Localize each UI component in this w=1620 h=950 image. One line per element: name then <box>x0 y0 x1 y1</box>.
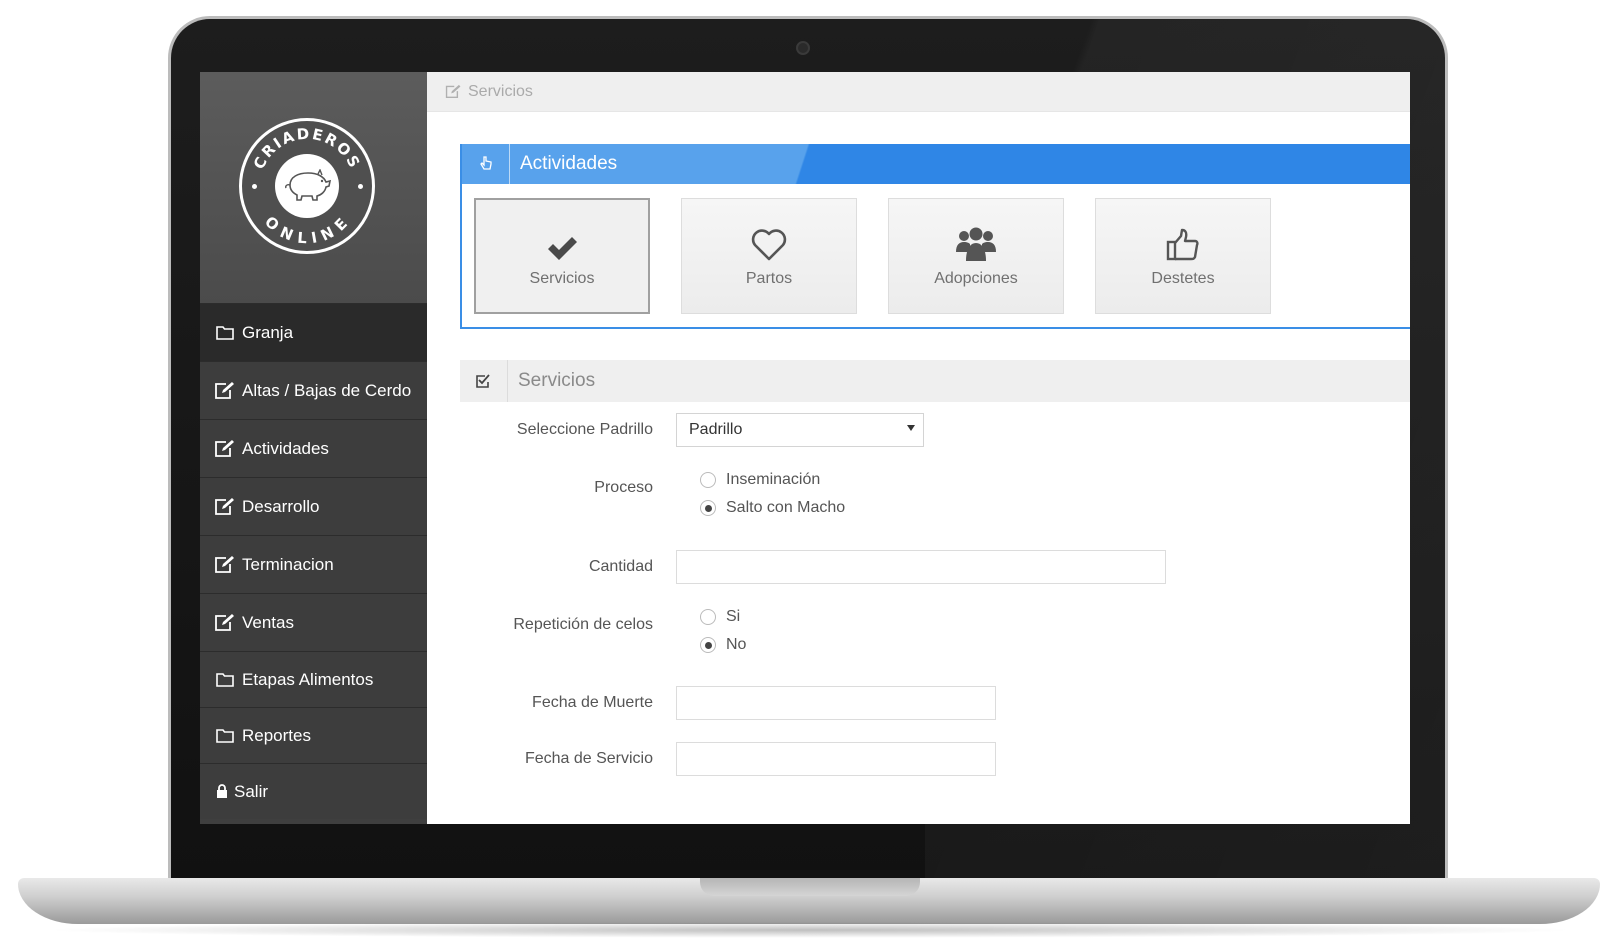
logo-area: CRIADEROS ONLINE <box>200 72 427 303</box>
tile-label: Destetes <box>1151 270 1215 287</box>
radio-label: Si <box>726 608 741 625</box>
radio-label: Salto con Macho <box>726 499 846 516</box>
tile-label: Partos <box>745 270 793 287</box>
sidebar-item-label: Altas / Bajas de Cerdo <box>242 380 412 400</box>
laptop-base-notch <box>700 878 920 896</box>
breadcrumb: Servicios <box>427 72 1410 112</box>
padrillo-select-value: Padrillo <box>689 421 743 438</box>
radio-label: Inseminación <box>726 471 821 488</box>
padrillo-select[interactable]: Padrillo <box>676 413 924 447</box>
pig-icon <box>275 154 339 218</box>
edit-icon <box>214 555 236 575</box>
radio-inseminacion[interactable]: Inseminación <box>700 466 845 494</box>
actividades-title: Actividades <box>520 153 618 174</box>
cantidad-row: Cantidad <box>460 550 1410 584</box>
tile-servicios[interactable]: Servicios <box>474 198 650 314</box>
sidebar-item-label: Etapas Alimentos <box>242 669 374 689</box>
fecha-servicio-row: Fecha de Servicio <box>460 742 1410 776</box>
padrillo-label: Seleccione Padrillo <box>516 421 653 438</box>
users-icon <box>955 224 997 262</box>
folder-icon <box>214 726 236 746</box>
webcam <box>796 41 810 55</box>
sidebar: CRIADEROS ONLINE Granja Altas / Bajas de… <box>200 72 427 824</box>
padrillo-row: Seleccione Padrillo Padrillo <box>460 413 1410 447</box>
sidebar-item-label: Salir <box>234 781 269 801</box>
tile-partos[interactable]: Partos <box>681 198 857 314</box>
radio-button[interactable] <box>700 637 716 653</box>
actividades-panel: Actividades Servicios Partos Adopciones … <box>460 144 1410 329</box>
caret-down-icon <box>907 425 915 431</box>
proceso-row: Proceso Inseminación Salto con Macho <box>460 466 1410 526</box>
sidebar-item-etapas-alimentos[interactable]: Etapas Alimentos <box>200 651 427 707</box>
edit-icon <box>445 84 462 99</box>
sidebar-item-label: Reportes <box>242 725 311 745</box>
sidebar-item-altas-bajas[interactable]: Altas / Bajas de Cerdo <box>200 361 427 419</box>
edit-icon <box>214 381 236 401</box>
radio-salto-con-macho[interactable]: Salto con Macho <box>700 494 845 522</box>
actividades-header: Actividades <box>462 144 1410 184</box>
tile-label: Adopciones <box>934 270 1018 287</box>
servicios-title: Servicios <box>518 370 596 391</box>
repeticion-radio-group: Si No <box>700 603 746 659</box>
cantidad-label: Cantidad <box>588 558 653 575</box>
actividades-tiles: Servicios Partos Adopciones Destetes <box>474 198 1302 314</box>
sidebar-item-label: Ventas <box>242 612 294 632</box>
servicios-panel: Servicios Seleccione Padrillo Padrillo P… <box>460 360 1410 824</box>
app-screen: CRIADEROS ONLINE Granja Altas / Bajas de… <box>200 72 1410 824</box>
fecha-muerte-row: Fecha de Muerte <box>460 686 1410 720</box>
folder-icon <box>214 670 236 690</box>
proceso-label: Proceso <box>594 479 653 496</box>
tile-label: Servicios <box>529 270 595 287</box>
sidebar-item-label: Granja <box>242 322 294 342</box>
sidebar-item-granja[interactable]: Granja <box>200 303 427 361</box>
logo[interactable]: CRIADEROS ONLINE <box>239 118 375 254</box>
sidebar-item-desarrollo[interactable]: Desarrollo <box>200 477 427 535</box>
sidebar-item-actividades[interactable]: Actividades <box>200 419 427 477</box>
folder-icon <box>214 323 236 343</box>
sidebar-item-reportes[interactable]: Reportes <box>200 707 427 763</box>
radio-button[interactable] <box>700 472 716 488</box>
sidebar-item-label: Actividades <box>242 438 329 458</box>
breadcrumb-label[interactable]: Servicios <box>468 83 533 101</box>
edit-icon <box>214 497 236 517</box>
edit-icon <box>214 613 236 633</box>
radio-no[interactable]: No <box>700 631 746 659</box>
sidebar-item-ventas[interactable]: Ventas <box>200 593 427 651</box>
fecha-servicio-label: Fecha de Servicio <box>524 750 653 767</box>
radio-button[interactable] <box>700 500 716 516</box>
check-icon <box>545 224 579 262</box>
sidebar-item-terminacion[interactable]: Terminacion <box>200 535 427 593</box>
sidebar-item-label: Desarrollo <box>242 496 320 516</box>
lock-icon <box>214 782 230 802</box>
radio-button[interactable] <box>700 609 716 625</box>
repeticion-row: Repetición de celos Si No <box>460 603 1410 663</box>
check-square-icon <box>460 360 508 402</box>
radio-si[interactable]: Si <box>700 603 746 631</box>
repeticion-label: Repetición de celos <box>513 616 653 633</box>
heart-icon <box>750 224 788 262</box>
edit-icon <box>214 439 236 459</box>
tile-adopciones[interactable]: Adopciones <box>888 198 1064 314</box>
sidebar-item-salir[interactable]: Salir <box>200 763 427 819</box>
proceso-radio-group: Inseminación Salto con Macho <box>700 466 845 522</box>
radio-label: No <box>726 636 747 653</box>
thumbs-up-icon <box>1166 224 1200 262</box>
main-content: Servicios Actividades Servicios Partos A… <box>427 72 1410 824</box>
tile-destetes[interactable]: Destetes <box>1095 198 1271 314</box>
servicios-header: Servicios <box>460 360 1410 402</box>
hand-pointer-icon <box>462 144 510 184</box>
cantidad-input[interactable] <box>676 550 1166 584</box>
sidebar-item-label: Terminacion <box>242 554 334 574</box>
fecha-muerte-label: Fecha de Muerte <box>532 694 653 711</box>
fecha-servicio-input[interactable] <box>676 742 996 776</box>
fecha-muerte-input[interactable] <box>676 686 996 720</box>
